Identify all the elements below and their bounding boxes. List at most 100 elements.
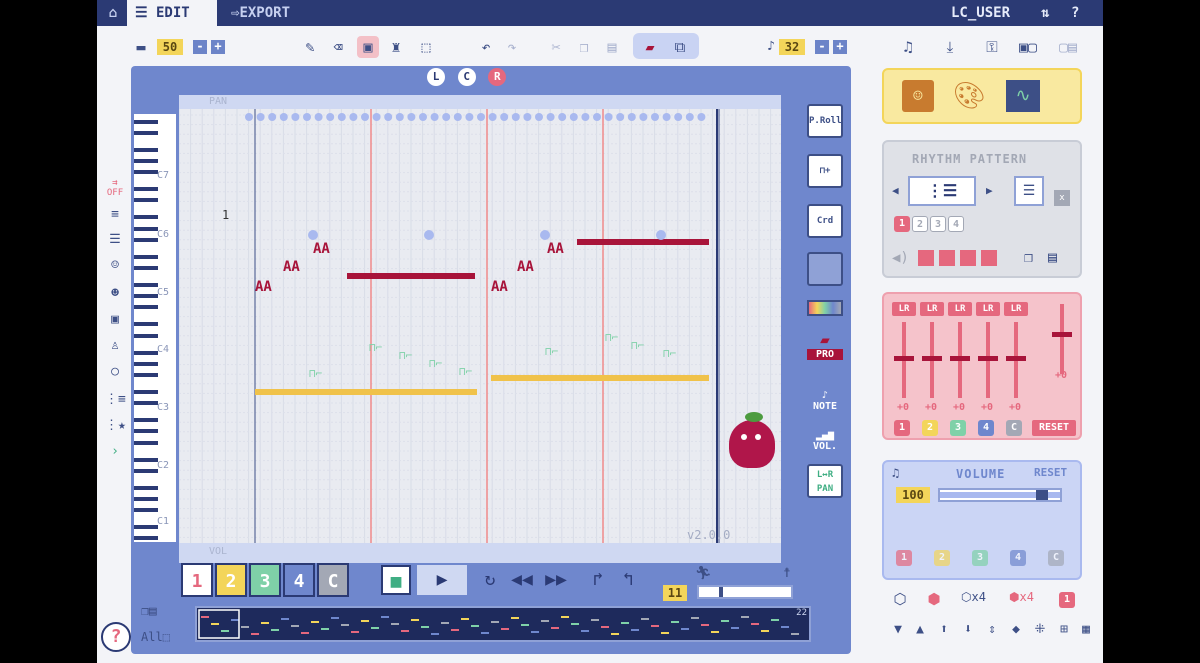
folder-icon[interactable]: ▬ <box>131 36 151 58</box>
lcr-right[interactable]: R <box>488 68 507 86</box>
piano-black-key[interactable] <box>134 457 158 462</box>
up-arrow-icon[interactable]: ⬆ <box>933 622 955 637</box>
piano-black-key[interactable] <box>134 170 158 175</box>
piano-black-key[interactable] <box>134 237 158 242</box>
piano-black-key[interactable] <box>134 294 158 299</box>
mixer-lr-1[interactable]: LR <box>892 302 916 316</box>
rhythm-pattern-display[interactable]: ⋮☰ <box>908 176 976 206</box>
length-minus-button[interactable]: - <box>815 40 829 54</box>
piano-black-key[interactable] <box>134 226 158 231</box>
volume-chip-3[interactable]: 3 <box>972 550 988 566</box>
piano-black-key[interactable] <box>134 305 158 310</box>
song-minus-button[interactable]: - <box>193 40 207 54</box>
pan-lane[interactable] <box>179 95 781 109</box>
window-icon[interactable]: ▢▤ <box>1053 36 1083 58</box>
piano-black-key[interactable] <box>134 254 158 259</box>
wave-icon[interactable]: ∿ <box>1006 80 1040 112</box>
piano-black-key[interactable] <box>134 333 158 338</box>
master-fader[interactable] <box>1052 304 1072 374</box>
stamp-icon[interactable]: ▣ <box>357 36 379 58</box>
play-button[interactable]: ▶ <box>417 565 467 595</box>
undo-icon[interactable]: ↶ <box>475 36 497 58</box>
mixer-lr-4[interactable]: LR <box>976 302 1000 316</box>
rewind-button[interactable]: ◀◀ <box>507 565 537 595</box>
updown-icon[interactable]: ⇕ <box>981 622 1003 637</box>
pencil-icon[interactable]: ✎ <box>299 36 321 58</box>
mixer-chip-2[interactable]: 2 <box>922 420 938 436</box>
download-icon[interactable]: ⤓ <box>939 36 961 58</box>
mixer-chip-1[interactable]: 1 <box>894 420 910 436</box>
list-ordered-icon[interactable]: ⋮≡ <box>105 392 126 407</box>
select-icon[interactable]: ⬚ <box>415 36 437 58</box>
piano-black-key[interactable] <box>134 508 158 513</box>
eraser-icon[interactable]: ⌫ <box>327 36 349 58</box>
dice-icon[interactable]: ⬡ <box>889 590 911 608</box>
fader-4[interactable] <box>978 322 998 398</box>
grid-icon[interactable]: ▦ <box>1075 622 1097 637</box>
mixer-chip-c[interactable]: C <box>1006 420 1022 436</box>
mixer-lr-3[interactable]: LR <box>948 302 972 316</box>
volume-chip-2[interactable]: 2 <box>934 550 950 566</box>
help-button[interactable]: ? <box>1071 0 1091 26</box>
piano-roll-button[interactable]: P.Roll <box>805 104 845 138</box>
chevron-right-icon[interactable]: › <box>105 444 125 459</box>
position-slider-handle[interactable] <box>719 587 723 597</box>
track-1-chip[interactable]: 1 <box>1059 592 1075 608</box>
view-icon[interactable]: ▣▢ <box>1011 36 1045 58</box>
song-plus-button[interactable]: + <box>211 40 225 54</box>
loop-off-icon[interactable]: ⇉ OFF <box>105 178 125 198</box>
volume-reset-button[interactable]: RESET <box>1034 466 1067 479</box>
piano-black-key[interactable] <box>134 159 158 164</box>
piano-black-key[interactable] <box>134 119 158 124</box>
circle-icon[interactable]: ○ <box>105 364 125 379</box>
rhythm-chip-1[interactable]: 1 <box>894 216 910 232</box>
cut-icon[interactable]: ✂ <box>545 36 567 58</box>
fader-2[interactable] <box>922 322 942 398</box>
piano-black-key[interactable] <box>134 215 158 220</box>
lcr-left[interactable]: L <box>427 68 445 86</box>
mixer-lr-2[interactable]: LR <box>920 302 944 316</box>
fader-5[interactable] <box>1006 322 1026 398</box>
piano-black-key[interactable] <box>134 401 158 406</box>
list-icon[interactable]: ≡ <box>105 207 125 222</box>
rhythm-list-icon[interactable]: ☰ <box>1014 176 1044 206</box>
lock-icon[interactable]: ⚿ <box>981 36 1003 58</box>
piano-black-key[interactable] <box>134 536 158 541</box>
rhythm-paste-icon[interactable]: ▤ <box>1048 248 1057 266</box>
repeat-right-button[interactable]: ↱ <box>583 565 613 595</box>
redo-icon[interactable]: ↷ <box>501 36 523 58</box>
mixer-reset-button[interactable]: RESET <box>1032 420 1076 436</box>
piano-black-key[interactable] <box>134 418 158 423</box>
piano-black-key[interactable] <box>134 389 158 394</box>
note-grid[interactable]: AA AA AA AA AA AA ⊓⌐ ⊓⌐ ⊓⌐ ⊓⌐ ⊓⌐ ⊓⌐ ⊓⌐ ⊓⌐ ⊓⌐ <box>179 95 781 563</box>
track-3-button[interactable]: 3 <box>249 563 281 597</box>
rhythm-next-icon[interactable]: ▶ <box>986 184 993 197</box>
note-list-icon[interactable]: ♫ <box>897 36 919 58</box>
tab-export[interactable]: ⇨EXPORT <box>227 0 327 26</box>
piano-black-key[interactable] <box>134 373 158 378</box>
select-all-label[interactable]: All⬚ <box>141 630 170 644</box>
network-icon[interactable]: ⇅ <box>1041 0 1061 26</box>
rhythm-prev-icon[interactable]: ◀ <box>892 184 899 197</box>
piano-black-key[interactable] <box>134 440 158 445</box>
track-2-button[interactable]: 2 <box>215 563 247 597</box>
home-icon[interactable]: ⌂ <box>101 0 125 26</box>
rhythm-close-icon[interactable]: x <box>1054 190 1070 206</box>
mixer-lr-5[interactable]: LR <box>1004 302 1028 316</box>
user-name[interactable]: LC_USER <box>951 0 1031 26</box>
mixer-chip-4[interactable]: 4 <box>978 420 994 436</box>
down-arrow-icon[interactable]: ⬇ <box>957 622 979 637</box>
pro-button[interactable]: ▰ PRO <box>805 330 845 360</box>
palette-icon[interactable]: 🎨︎ <box>952 80 986 112</box>
layer-copy-icon[interactable]: ⧉ <box>667 36 693 58</box>
piano-black-key[interactable] <box>134 266 158 271</box>
position-slider[interactable] <box>697 585 793 599</box>
smile-icon[interactable]: ☺ <box>105 258 125 273</box>
track-c-button[interactable]: C <box>317 563 349 597</box>
copy-icon[interactable]: ❐ <box>573 36 595 58</box>
octave-up-icon[interactable]: ▲ <box>909 622 931 637</box>
rhythm-copy-icon[interactable]: ❐ <box>1024 248 1033 266</box>
piano-black-key[interactable] <box>134 322 158 327</box>
piano-black-key[interactable] <box>134 361 158 366</box>
color-bar-button[interactable] <box>805 300 845 316</box>
